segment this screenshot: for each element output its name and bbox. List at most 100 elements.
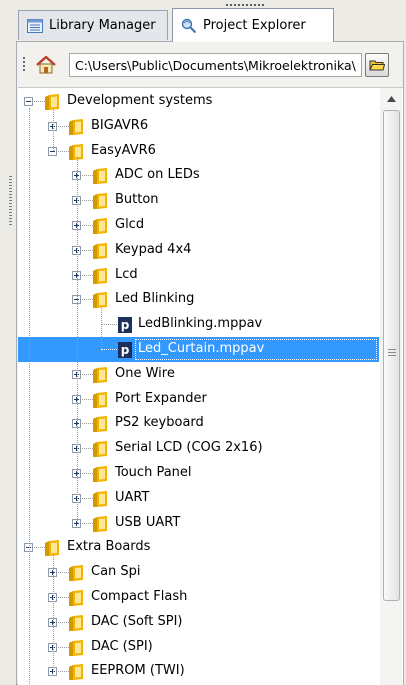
folder-icon	[93, 218, 107, 234]
tree-connector	[53, 107, 54, 152]
tree-folder-item[interactable]: Compact Flash	[18, 585, 379, 610]
folder-icon	[93, 292, 107, 309]
tree-folder-item[interactable]: Port Expander	[18, 387, 379, 412]
tree-file-item[interactable]: p Led_Curtain.mppav	[18, 337, 379, 362]
folder-icon	[69, 639, 83, 656]
folder-icon	[69, 614, 83, 631]
folder-icon	[93, 168, 107, 185]
folder-icon	[93, 466, 107, 482]
tree-folder-item[interactable]: EasyAVR6	[18, 139, 379, 164]
tree-item-label: PS2 keyboard	[115, 415, 204, 431]
tree-file-item[interactable]: p LedBlinking.mppav	[18, 312, 379, 337]
tree-folder-item[interactable]: One Wire	[18, 362, 379, 387]
tree-item-label: Glcd	[115, 217, 145, 232]
tree-item-label: Extra Boards	[67, 539, 151, 555]
project-explorer-icon	[181, 18, 197, 33]
tree-folder-item[interactable]: Extra Boards	[18, 535, 379, 560]
project-file-icon: p	[118, 317, 132, 334]
vertical-scrollbar[interactable]	[380, 88, 402, 685]
tree-item-label: Port Expander	[115, 390, 207, 406]
tree-folder-item[interactable]: Button	[18, 188, 379, 213]
collapse-toggle[interactable]	[24, 97, 33, 106]
folder-icon	[93, 242, 107, 259]
tree-item-label: ADC on LEDs	[115, 167, 200, 183]
tree-item-label: Can Spi	[91, 564, 141, 580]
tree-item-label: Lcd	[115, 266, 138, 282]
tree-item-label: Development systems	[67, 93, 213, 108]
tree-folder-item[interactable]: Touch Panel	[18, 461, 379, 486]
tree-item-label: One Wire	[115, 365, 175, 381]
tab-library-manager[interactable]: Library Manager	[18, 10, 168, 40]
panel-drag-grip[interactable]	[226, 4, 264, 6]
tree-item-label: DAC (SPI)	[91, 638, 153, 654]
folder-icon	[93, 391, 107, 408]
tree-folder-item[interactable]: Led Blinking	[18, 287, 379, 312]
tree-item-label: UART	[115, 489, 150, 505]
tree-item-label: Serial LCD (COG 2x16)	[115, 440, 263, 456]
open-folder-icon	[369, 60, 385, 71]
tab-project-explorer[interactable]: Project Explorer	[172, 8, 334, 42]
tab-label: Library Manager	[49, 18, 156, 33]
toolbar-grip[interactable]	[23, 57, 25, 73]
tree-connector	[101, 305, 102, 350]
tab-label: Project Explorer	[203, 18, 306, 33]
tree-item-label: Button	[115, 192, 159, 208]
chevron-up-icon	[386, 96, 396, 102]
tree-item-label: EEPROM (TWI)	[91, 663, 185, 679]
tree-folder-item[interactable]: ADC on LEDs	[18, 163, 379, 188]
home-icon[interactable]	[35, 54, 57, 76]
folder-icon	[93, 193, 107, 210]
tree-folder-item[interactable]: UART	[18, 486, 379, 511]
project-file-icon: p	[118, 342, 132, 358]
splitter-grip[interactable]	[9, 176, 12, 226]
tree-folder-item[interactable]: DAC (Soft SPI)	[18, 610, 379, 635]
tree-folder-item[interactable]: Lcd	[18, 263, 379, 288]
tree-folder-item[interactable]: Development systems	[18, 89, 379, 114]
folder-icon	[69, 664, 83, 681]
folder-icon	[69, 565, 83, 582]
scroll-thumb-grip	[388, 349, 396, 356]
tree-folder-item[interactable]: BIGAVR6	[18, 114, 379, 139]
tree-item-label: EasyAVR6	[91, 142, 156, 158]
tree-folder-item[interactable]: EEPROM (TWI)	[18, 659, 379, 684]
tree-connector	[101, 349, 117, 350]
folder-icon	[93, 490, 107, 507]
tree-connector	[101, 324, 117, 326]
project-explorer-panel: Development systems BIGAVR6 EasyAVR6 ADC on…	[16, 41, 404, 685]
tree-connector	[53, 553, 54, 672]
tree-item-label: Touch Panel	[115, 465, 192, 480]
scroll-up-button[interactable]	[380, 88, 402, 110]
tree-item-label: BIGAVR6	[91, 117, 149, 133]
path-toolbar	[17, 48, 403, 82]
tree-connector	[29, 107, 30, 685]
tree-folder-item[interactable]: Can Spi	[18, 560, 379, 585]
folder-icon	[93, 416, 107, 433]
tree-item-label: DAC (Soft SPI)	[91, 613, 183, 629]
scroll-thumb[interactable]	[383, 110, 400, 601]
folder-icon	[93, 366, 107, 383]
folder-icon	[45, 94, 59, 110]
folder-icon	[93, 441, 107, 458]
tree-folder-item[interactable]: DAC (SPI)	[18, 635, 379, 660]
folder-icon	[69, 118, 83, 135]
tree-item-label: Compact Flash	[91, 589, 188, 604]
tab-strip: Library Manager Project Explorer	[16, 8, 406, 42]
folder-icon	[45, 540, 59, 557]
tree-folder-item[interactable]: PS2 keyboard	[18, 411, 379, 436]
tree-item-label: Led Blinking	[115, 291, 195, 307]
tree-folder-item[interactable]: USB UART	[18, 511, 379, 536]
folder-icon	[93, 515, 107, 532]
path-field[interactable]	[69, 53, 362, 77]
folder-icon	[93, 267, 107, 284]
tree-connector	[77, 157, 78, 524]
focus-rectangle	[135, 339, 377, 360]
tree-item-label: LedBlinking.mppav	[138, 316, 263, 332]
browse-folder-button[interactable]	[365, 53, 389, 77]
tree-folder-item[interactable]: Glcd	[18, 213, 379, 238]
folder-icon	[69, 143, 83, 160]
tree-item-label: USB UART	[115, 514, 181, 530]
project-tree[interactable]: Development systems BIGAVR6 EasyAVR6 ADC on…	[18, 87, 403, 685]
tree-item-label: Keypad 4x4	[115, 241, 192, 257]
tree-folder-item[interactable]: Serial LCD (COG 2x16)	[18, 436, 379, 461]
tree-folder-item[interactable]: Keypad 4x4	[18, 238, 379, 263]
